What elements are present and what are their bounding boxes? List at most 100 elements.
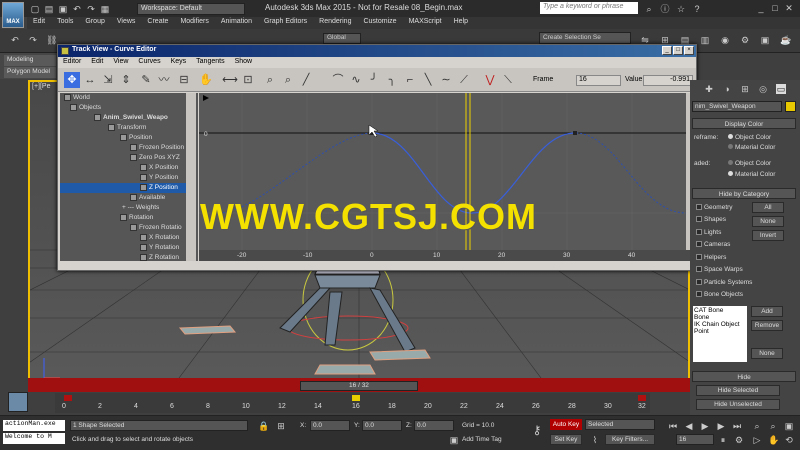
- tangent-custom-icon[interactable]: ⟋: [456, 72, 472, 88]
- wire-material-color-radio[interactable]: Material Color: [728, 144, 775, 151]
- unify-tangents-icon[interactable]: ⟍: [500, 72, 516, 88]
- none-category-button[interactable]: None: [751, 348, 783, 359]
- category-shapes[interactable]: Shapes: [696, 216, 726, 223]
- menu-create[interactable]: Create: [141, 17, 174, 29]
- redo-icon[interactable]: ↷: [86, 4, 96, 14]
- tv-close-icon[interactable]: ×: [684, 46, 694, 55]
- tv-maximize-icon[interactable]: □: [673, 46, 683, 55]
- category-bone-objects[interactable]: Bone Objects: [696, 291, 743, 298]
- y-coord-field[interactable]: 0.0: [362, 420, 402, 431]
- current-frame-marker[interactable]: [352, 395, 360, 401]
- category-geometry[interactable]: Geometry: [696, 204, 733, 211]
- object-name-field[interactable]: nim_Swivel_Weapon: [692, 101, 782, 112]
- category-cameras[interactable]: Cameras: [696, 241, 730, 248]
- auto-key-button[interactable]: Auto Key: [550, 419, 582, 430]
- maxscript-listener-line[interactable]: Welcome to M: [3, 433, 65, 444]
- time-ruler[interactable]: -20 -10 0 10 20 30 40: [199, 250, 696, 261]
- tangent-slow-icon[interactable]: ╮: [384, 72, 400, 88]
- tree-item[interactable]: Frozen Position: [60, 143, 188, 153]
- create-tab-icon[interactable]: ✚: [704, 84, 714, 94]
- time-config-icon[interactable]: ⚙: [734, 435, 744, 445]
- menu-group[interactable]: Group: [79, 17, 110, 29]
- keyframe-marker[interactable]: [638, 395, 646, 401]
- z-coord-field[interactable]: 0.0: [414, 420, 454, 431]
- pan-view-icon[interactable]: ✋: [768, 435, 779, 445]
- frame-horizontal-icon[interactable]: ⟷: [222, 72, 238, 88]
- goto-start-icon[interactable]: ⏮: [668, 421, 678, 431]
- tree-item[interactable]: Transform: [60, 123, 188, 133]
- hierarchy-tab-icon[interactable]: ⊞: [740, 84, 750, 94]
- tangent-spline-icon[interactable]: ∿: [348, 72, 364, 88]
- tree-item[interactable]: X Rotation: [60, 233, 188, 243]
- close-icon[interactable]: ✕: [784, 3, 794, 13]
- category-none-button[interactable]: None: [752, 216, 784, 227]
- tv-menu-show[interactable]: Show: [230, 57, 258, 68]
- material-editor-icon[interactable]: ◉: [720, 35, 730, 45]
- menu-help[interactable]: Help: [448, 17, 474, 29]
- list-item[interactable]: Bone: [694, 314, 746, 321]
- tangent-auto-icon[interactable]: ⌒: [330, 72, 346, 88]
- redo-toolbar-icon[interactable]: ↷: [28, 35, 38, 45]
- value-input[interactable]: -0.991: [643, 75, 693, 86]
- tree-item[interactable]: Y Rotation: [60, 243, 188, 253]
- fov-icon[interactable]: ▷: [752, 435, 762, 445]
- tree-item[interactable]: Z Rotation: [60, 253, 188, 261]
- maxscript-listener-line[interactable]: actionMan.exe: [3, 420, 65, 431]
- scale-values-icon[interactable]: ⇕: [118, 72, 134, 88]
- transform-mode-icon[interactable]: ⊞: [276, 421, 286, 431]
- shaded-material-color-radio[interactable]: Material Color: [728, 171, 775, 178]
- category-particle-systems[interactable]: Particle Systems: [696, 279, 752, 286]
- zoom-viewport-icon[interactable]: ⌕: [752, 421, 762, 431]
- tree-item[interactable]: Anim_Swivel_Weapo: [60, 113, 188, 123]
- category-invert-button[interactable]: Invert: [752, 230, 784, 241]
- render-setup-icon[interactable]: ⚙: [740, 35, 750, 45]
- hide-rollout[interactable]: Hide: [692, 371, 796, 382]
- slide-keys-icon[interactable]: ↔: [82, 72, 98, 88]
- help-icon[interactable]: ?: [692, 4, 702, 14]
- object-color-swatch[interactable]: [785, 101, 796, 112]
- tree-item[interactable]: Z Position: [60, 183, 188, 193]
- info-icon[interactable]: ⓘ: [660, 4, 670, 14]
- set-key-button[interactable]: Set Key: [550, 434, 582, 445]
- tv-menu-editor[interactable]: Editor: [58, 57, 86, 68]
- modify-tab-icon[interactable]: ◑: [722, 84, 732, 94]
- next-frame-icon[interactable]: ▶: [716, 421, 726, 431]
- maximize-icon[interactable]: □: [770, 3, 780, 13]
- list-item[interactable]: IK Chain Object: [694, 321, 746, 328]
- tv-menu-curves[interactable]: Curves: [133, 57, 165, 68]
- tangent-fast-icon[interactable]: ╯: [366, 72, 382, 88]
- add-keys-icon[interactable]: ✎: [138, 72, 154, 88]
- list-item[interactable]: CAT Bone: [694, 307, 746, 314]
- menu-maxscript[interactable]: MAXScript: [403, 17, 448, 29]
- category-space-warps[interactable]: Space Warps: [696, 266, 743, 273]
- tv-menu-view[interactable]: View: [108, 57, 133, 68]
- category-listbox[interactable]: CAT Bone Bone IK Chain Object Point: [693, 306, 747, 362]
- undo-toolbar-icon[interactable]: ↶: [10, 35, 20, 45]
- time-tag-icon[interactable]: ▣: [449, 435, 459, 445]
- tv-menu-edit[interactable]: Edit: [86, 57, 108, 68]
- open-file-icon[interactable]: ▤: [44, 4, 54, 14]
- add-category-button[interactable]: Add: [751, 306, 783, 317]
- time-slider[interactable]: 16 / 32: [300, 381, 418, 391]
- star-icon[interactable]: ☆: [676, 4, 686, 14]
- category-lights[interactable]: Lights: [696, 229, 721, 236]
- mini-curve-editor-icon[interactable]: [8, 392, 28, 412]
- move-keys-icon[interactable]: ✥: [64, 72, 80, 88]
- frame-input[interactable]: 16: [576, 75, 621, 86]
- menu-edit[interactable]: Edit: [27, 17, 51, 29]
- menu-tools[interactable]: Tools: [51, 17, 79, 29]
- save-icon[interactable]: ▣: [58, 4, 68, 14]
- zoom-icon[interactable]: ⌕: [262, 72, 278, 88]
- orbit-icon[interactable]: ⟲: [784, 435, 794, 445]
- display-tab-icon[interactable]: ▭: [776, 84, 786, 94]
- hide-unselected-button[interactable]: Hide Unselected: [696, 399, 780, 410]
- tree-item[interactable]: Rotation: [60, 213, 188, 223]
- menu-views[interactable]: Views: [111, 17, 142, 29]
- frame-values-icon[interactable]: ⊡: [240, 72, 256, 88]
- zoom-extents-icon[interactable]: ▣: [784, 421, 794, 431]
- tangent-linear-icon[interactable]: ╲: [420, 72, 436, 88]
- viewport-label[interactable]: [+][Pe: [32, 83, 50, 90]
- reduce-keys-icon[interactable]: ⊟: [176, 72, 192, 88]
- add-time-tag[interactable]: Add Time Tag: [462, 436, 502, 443]
- tree-item[interactable]: Available: [60, 193, 188, 203]
